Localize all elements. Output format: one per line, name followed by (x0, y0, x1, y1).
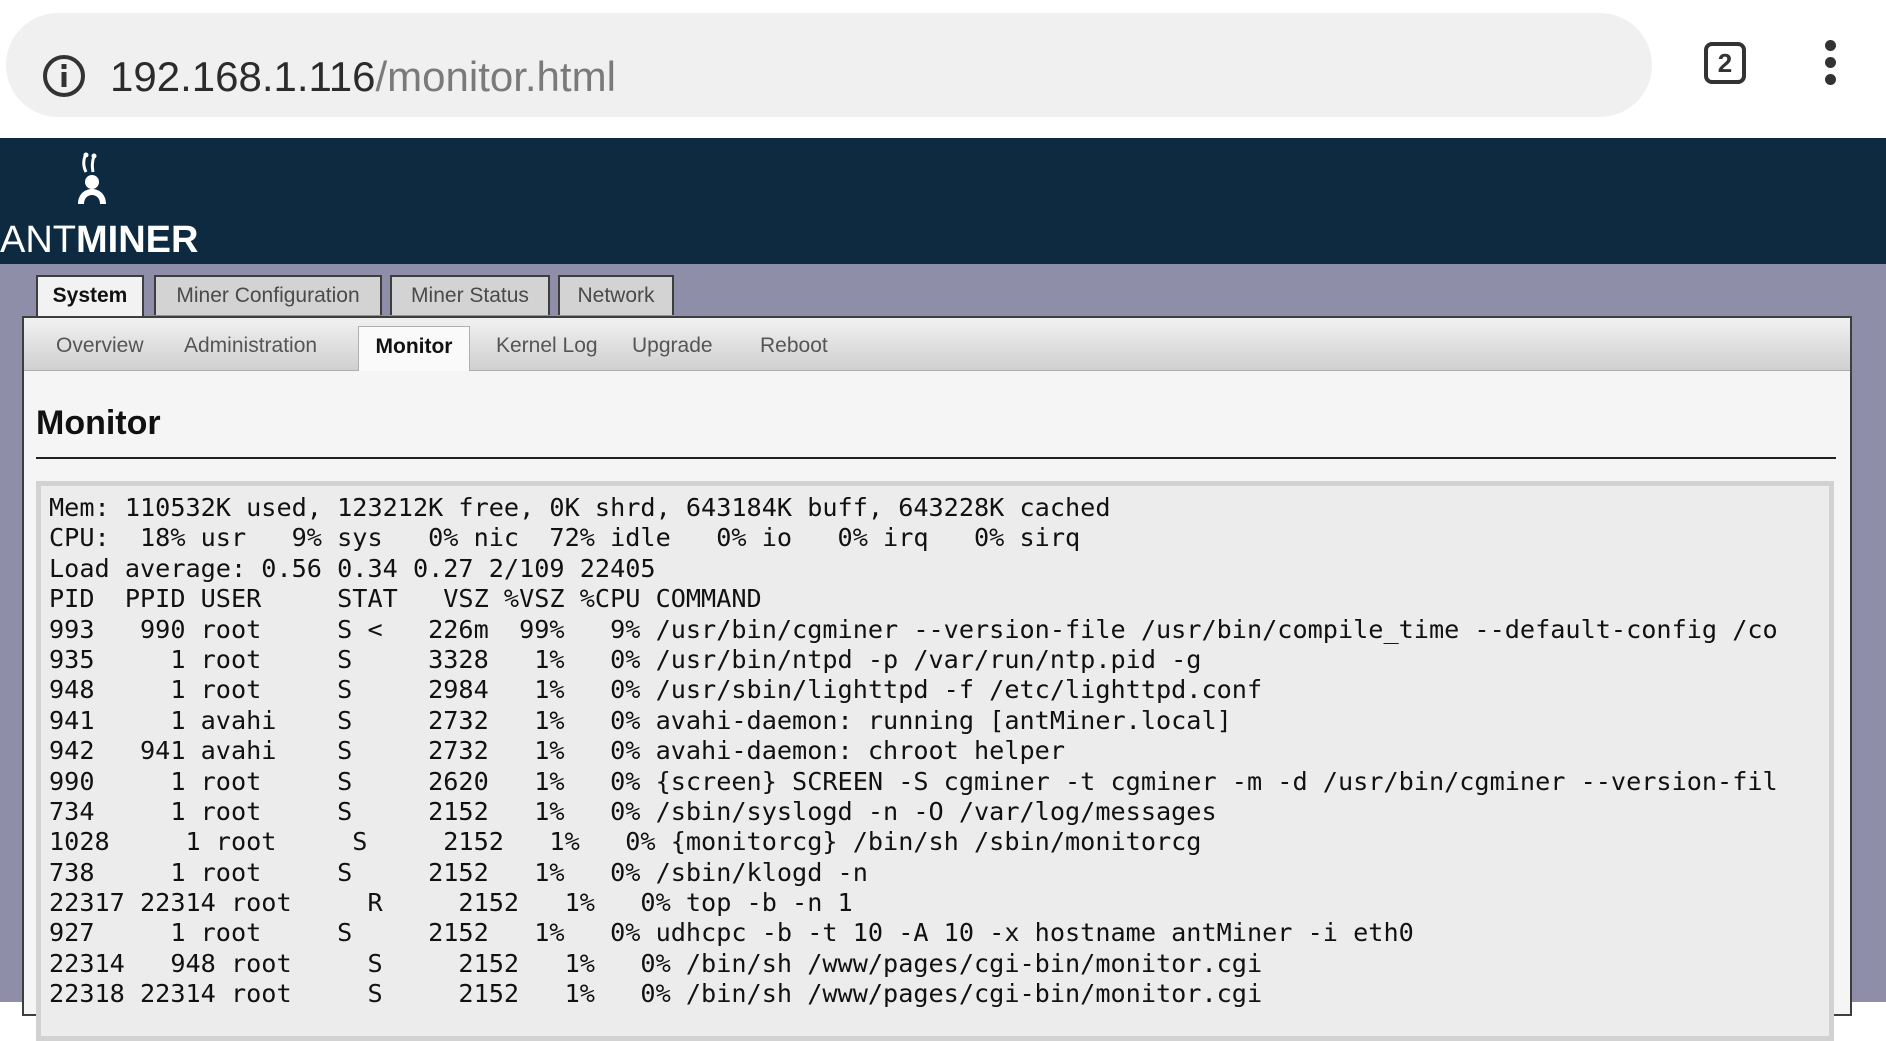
tabs-icon[interactable]: 2 (1704, 42, 1746, 84)
console-lines: Mem: 110532K used, 123212K free, 0K shrd… (49, 493, 1778, 1010)
url-text[interactable]: 192.168.1.116/monitor.html (110, 51, 616, 103)
content-panel: Overview Administration Monitor Kernel L… (22, 316, 1852, 1041)
address-bar[interactable]: 192.168.1.116/monitor.html (6, 13, 1652, 117)
subtab-monitor[interactable]: Monitor (358, 326, 470, 371)
console-line: 941 1 avahi S 2732 1% 0% avahi-daemon: r… (49, 705, 1232, 735)
url-host: 192.168.1.116 (110, 53, 376, 100)
info-icon[interactable] (40, 52, 88, 100)
console-line: 942 941 avahi S 2732 1% 0% avahi-daemon:… (49, 736, 1065, 766)
tab-system[interactable]: System (36, 275, 144, 319)
console-line: Mem: 110532K used, 123212K free, 0K shrd… (49, 493, 1111, 522)
antminer-logo: ANTMINER (0, 152, 198, 262)
console-line: CPU: 18% usr 9% sys 0% nic 72% idle 0% i… (49, 523, 1081, 553)
subtab-administration[interactable]: Administration (170, 326, 331, 368)
page-title: Monitor (36, 404, 161, 442)
app-header: ANTMINER (0, 138, 1886, 264)
tab-miner-status[interactable]: Miner Status (390, 275, 550, 315)
console-line: 22317 22314 root R 2152 1% 0% top -b -n … (49, 888, 853, 918)
console-line: 22314 948 root S 2152 1% 0% /bin/sh /www… (49, 948, 1263, 978)
logo-text-miner: MINER (76, 219, 199, 261)
console-line: 734 1 root S 2152 1% 0% /sbin/syslogd -n… (49, 796, 1217, 826)
browser-bar: 192.168.1.116/monitor.html 2 (0, 0, 1886, 137)
console-line: 738 1 root S 2152 1% 0% /sbin/klogd -n (49, 857, 868, 887)
console-line: 935 1 root S 3328 1% 0% /usr/bin/ntpd -p… (49, 644, 1202, 674)
logo-text: ANTMINER (0, 220, 198, 260)
tab-network[interactable]: Network (558, 275, 674, 315)
sub-tabs: Overview Administration Monitor Kernel L… (24, 318, 1850, 371)
ant-logo-icon (78, 152, 106, 204)
subtab-overview[interactable]: Overview (42, 326, 158, 368)
title-divider (36, 457, 1836, 459)
console-line: 22318 22314 root S 2152 1% 0% /bin/sh /w… (49, 979, 1263, 1009)
main-area: System Miner Configuration Miner Status … (0, 264, 1886, 1041)
url-path: /monitor.html (375, 53, 616, 100)
subtab-upgrade[interactable]: Upgrade (618, 326, 727, 368)
monitor-console[interactable]: Mem: 110532K used, 123212K free, 0K shrd… (36, 481, 1834, 1041)
subtab-kernel-log[interactable]: Kernel Log (482, 326, 612, 368)
menu-icon[interactable] (1820, 40, 1840, 88)
console-line: Load average: 0.56 0.34 0.27 2/109 22405 (49, 553, 656, 583)
logo-text-ant: ANT (0, 219, 76, 261)
console-line: PID PPID USER STAT VSZ %VSZ %CPU COMMAND (49, 584, 762, 614)
console-line: 948 1 root S 2984 1% 0% /usr/sbin/lightt… (49, 675, 1263, 705)
tab-miner-configuration[interactable]: Miner Configuration (154, 275, 382, 315)
subtab-reboot[interactable]: Reboot (746, 326, 842, 368)
console-line: 993 990 root S < 226m 99% 9% /usr/bin/cg… (49, 614, 1778, 644)
console-line: 990 1 root S 2620 1% 0% {screen} SCREEN … (49, 766, 1778, 796)
console-line: 1028 1 root S 2152 1% 0% {monitorcg} /bi… (49, 827, 1202, 857)
console-line: 927 1 root S 2152 1% 0% udhcpc -b -t 10 … (49, 918, 1414, 948)
